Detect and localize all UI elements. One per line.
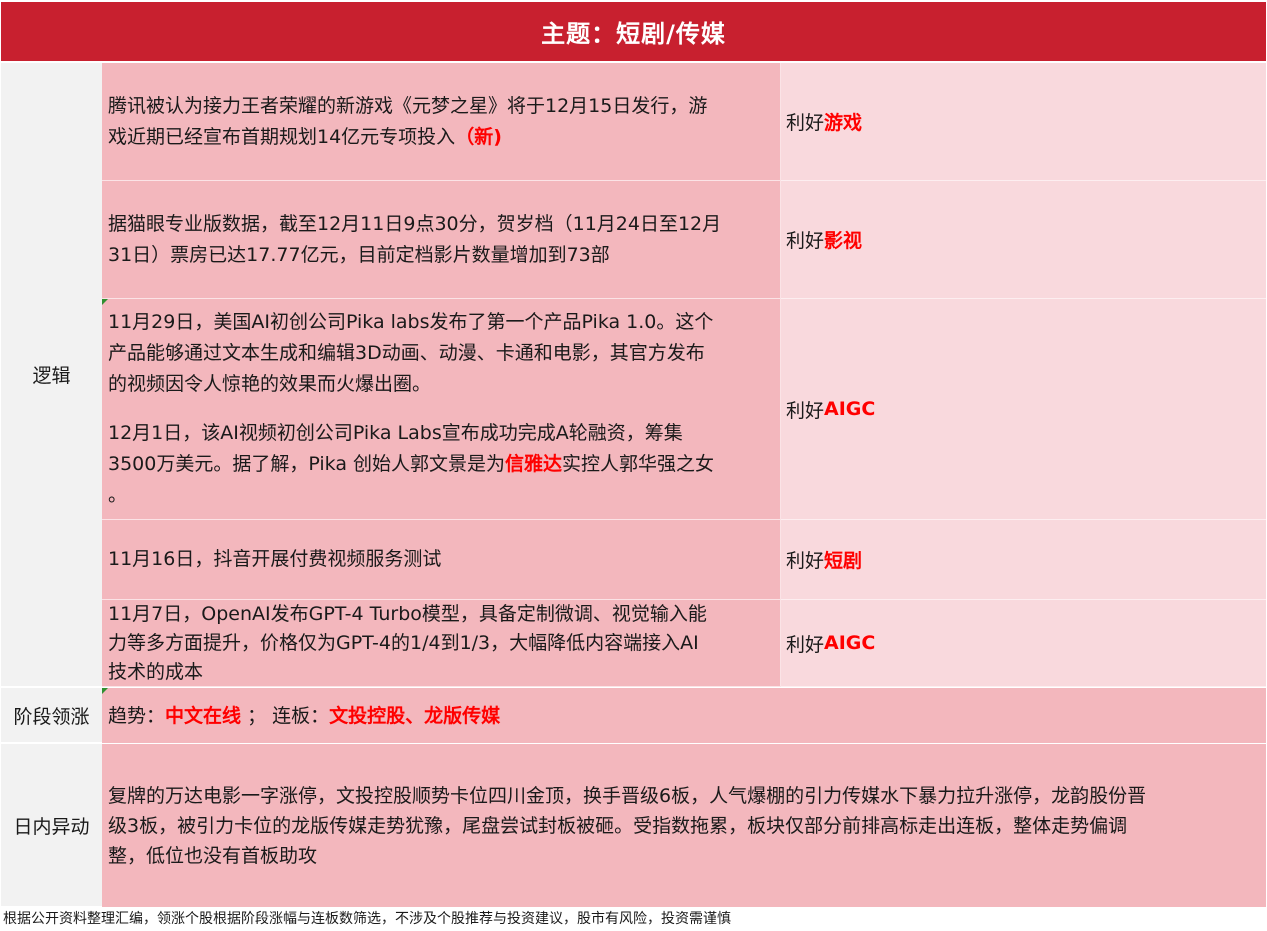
impact-target: 短剧: [824, 550, 863, 572]
logic-item-pika: 11月29日，美国AI初创公司Pika labs发布了第一个产品Pika 1.0…: [102, 299, 781, 520]
logic-line: 的视频因令人惊艳的效果而火爆出圈。: [108, 373, 432, 395]
theme-title: 主题：短剧/传媒: [1, 2, 1266, 61]
trend-leader: 中文在线: [165, 704, 242, 727]
impact-aigc-2: 利好 AIGC: [781, 600, 1266, 687]
logic-item-openai: 11月7日，OpenAI发布GPT-4 Turbo模型，具备定制微调、视觉输入能…: [102, 600, 781, 687]
logic-line: 11月16日，抖音开展付费视频服务测试: [108, 548, 442, 570]
comment-marker: [102, 688, 108, 694]
intraday-line: 级3板，被引力卡位的龙版传媒走势犹豫，尾盘尝试封板被砸。受指数拖累，板块仅部分前…: [108, 814, 1128, 837]
intraday-label: 日内异动: [1, 744, 102, 907]
new-tag: （新): [455, 125, 502, 148]
logic-line: 3500万美元。据了解，Pika 创始人郭文景是为信雅达实控人郭华强之女: [108, 453, 715, 475]
stock-highlight: 信雅达: [505, 453, 563, 475]
impact-game: 利好 游戏: [781, 63, 1266, 181]
stage-content: 趋势：中文在线 ； 连板：文投控股、龙版传媒: [102, 688, 1266, 743]
disclaimer: 根据公开资料整理汇编，领涨个股根据阶段涨幅与连板数筛选，不涉及个股推荐与投资建议…: [3, 911, 731, 927]
comment-marker: [102, 299, 108, 305]
impact-target: AIGC: [824, 632, 876, 654]
logic-item-game: 腾讯被认为接力王者荣耀的新游戏《元梦之星》将于12月15日发行，游 戏近期已经宣…: [102, 63, 781, 181]
logic-line: 据猫眼专业版数据，截至12月11日9点30分，贺岁档（11月24日至12月: [108, 212, 722, 235]
intraday-line: 整，低位也没有首板助攻: [108, 844, 318, 867]
impact-target: 影视: [824, 230, 863, 252]
logic-line: 技术的成本: [108, 660, 204, 683]
stage-label: 阶段领涨: [1, 688, 102, 743]
logic-line: 产品能够通过文本生成和编辑3D动画、动漫、卡通和电影，其官方发布: [108, 342, 705, 364]
impact-target: 游戏: [824, 112, 863, 134]
logic-label: 逻辑: [1, 63, 102, 687]
logic-line: 11月7日，OpenAI发布GPT-4 Turbo模型，具备定制微调、视觉输入能: [108, 602, 707, 625]
logic-line: 31日）票房已达17.77亿元，目前定档影片数量增加到73部: [108, 243, 610, 266]
logic-line: 12月1日，该AI视频初创公司Pika Labs宣布成功完成A轮融资，筹集: [108, 422, 683, 444]
logic-line: 力等多方面提升，价格仅为GPT-4的1/4到1/3，大幅降低内容端接入AI: [108, 631, 699, 654]
logic-line: 戏近期已经宣布首期规划14亿元专项投入（新): [108, 125, 502, 148]
intraday-line: 复牌的万达电影一字涨停，文投控股顺势卡位四川金顶，换手晋级6板，人气爆棚的引力传…: [108, 784, 1147, 807]
intraday-content: 复牌的万达电影一字涨停，文投控股顺势卡位四川金顶，换手晋级6板，人气爆棚的引力传…: [102, 744, 1266, 907]
logic-item-film: 据猫眼专业版数据，截至12月11日9点30分，贺岁档（11月24日至12月 31…: [102, 181, 781, 299]
logic-line: 11月29日，美国AI初创公司Pika labs发布了第一个产品Pika 1.0…: [108, 311, 714, 333]
logic-line: 。: [108, 484, 128, 506]
logic-item-douyin: 11月16日，抖音开展付费视频服务测试: [102, 520, 781, 600]
impact-aigc-1: 利好 AIGC: [781, 299, 1266, 520]
theme-table: 主题：短剧/传媒 逻辑 腾讯被认为接力王者荣耀的新游戏《元梦之星》将于12月15…: [0, 0, 1267, 931]
board-leaders: 文投控股、龙版传媒: [329, 704, 501, 727]
impact-target: AIGC: [824, 398, 876, 420]
logic-line: 腾讯被认为接力王者荣耀的新游戏《元梦之星》将于12月15日发行，游: [108, 94, 708, 117]
impact-short-drama: 利好 短剧: [781, 520, 1266, 600]
impact-film: 利好 影视: [781, 181, 1266, 299]
